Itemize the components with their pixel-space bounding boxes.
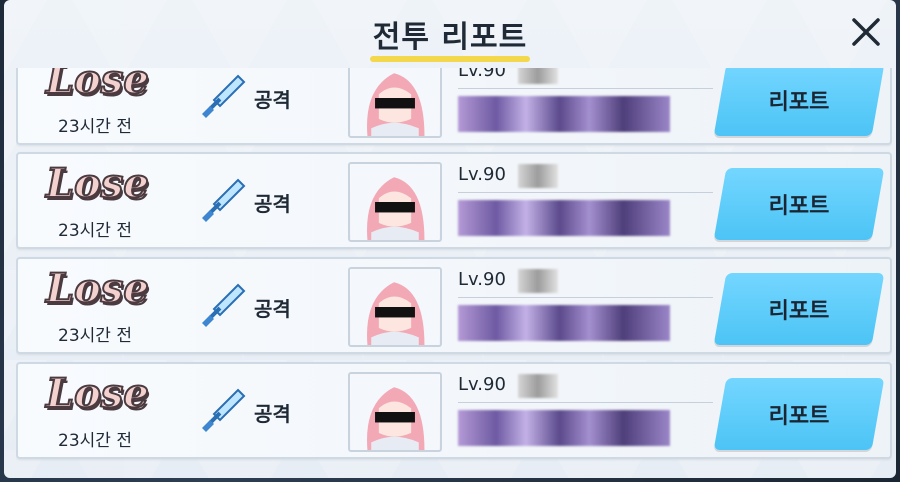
report-button[interactable]: 리포트 [713,168,885,240]
player-name-blurred [518,269,558,293]
report-list[interactable]: Lose 23시간 전 공격 Lv.90 리포트 Lose 23시간 전 공격 … [16,68,892,478]
character-portrait-icon [350,164,440,240]
report-button-label: 리포트 [768,299,830,324]
player-name-blurred [518,164,558,188]
list-item: Lose 23시간 전 공격 Lv.90 리포트 [16,68,892,145]
row-divider [458,192,713,193]
guild-name-blurred [458,96,670,132]
character-portrait-icon [350,68,440,136]
row-divider [458,402,713,403]
player-name-blurred [518,374,558,398]
result-label: Lose [45,68,150,104]
report-button-label: 리포트 [768,404,830,429]
list-item: Lose 23시간 전 공격 Lv.90 리포트 [16,362,892,459]
guild-name-blurred [458,305,670,341]
result-label: Lose [45,369,150,418]
report-button-label: 리포트 [768,90,830,115]
modal-header: 전투 리포트 [4,0,896,66]
role-label: 공격 [254,192,291,216]
avatar [348,267,442,347]
sword-icon [202,74,246,118]
avatar [348,162,442,242]
player-name-blurred [518,68,558,84]
report-button[interactable]: 리포트 [713,273,885,345]
avatar [348,68,442,138]
time-label: 23시간 전 [58,221,132,241]
character-portrait-icon [350,269,440,345]
sword-icon [202,283,246,327]
row-divider [458,88,713,89]
time-label: 23시간 전 [58,326,132,346]
report-button[interactable]: 리포트 [713,378,885,450]
time-label: 23시간 전 [58,117,132,137]
guild-name-blurred [458,200,670,236]
sword-icon [202,178,246,222]
level-label: Lv.90 [458,68,506,81]
row-divider [458,297,713,298]
list-item: Lose 23시간 전 공격 Lv.90 리포트 [16,152,892,249]
avatar [348,372,442,452]
page-title: 전투 리포트 [372,20,528,55]
battle-report-modal: 전투 리포트 Lose 23시간 전 공격 Lv.90 리포트 Lose 23시… [4,0,896,478]
level-label: Lv.90 [458,374,506,395]
report-button-label: 리포트 [768,194,830,219]
guild-name-blurred [458,410,670,446]
result-label: Lose [45,264,150,313]
time-label: 23시간 전 [58,431,132,451]
title-underline [370,56,530,62]
level-label: Lv.90 [458,269,506,290]
close-icon [852,18,880,46]
result-label: Lose [45,159,150,208]
role-label: 공격 [254,88,291,112]
level-label: Lv.90 [458,164,506,185]
close-button[interactable] [846,12,886,52]
report-button[interactable]: 리포트 [713,68,885,136]
sword-icon [202,388,246,432]
role-label: 공격 [254,297,291,321]
character-portrait-icon [350,374,440,450]
role-label: 공격 [254,402,291,426]
list-item: Lose 23시간 전 공격 Lv.90 리포트 [16,257,892,354]
